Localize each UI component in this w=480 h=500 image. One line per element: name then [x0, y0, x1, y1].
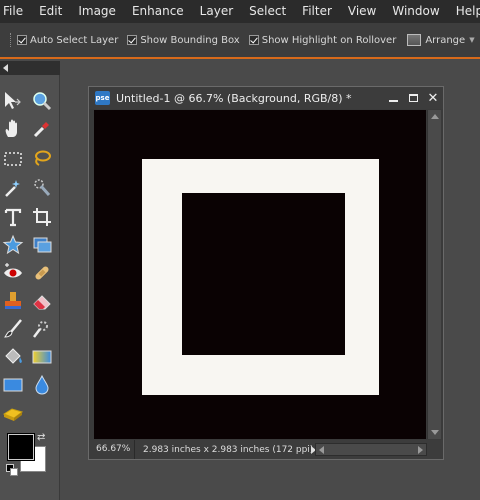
menu-help[interactable]: Help	[448, 0, 480, 23]
menu-window[interactable]: Window	[384, 0, 447, 23]
image-canvas[interactable]	[94, 110, 426, 439]
collapse-arrow-icon[interactable]	[3, 64, 8, 72]
menu-edit[interactable]: Edit	[31, 0, 70, 23]
scroll-left-icon[interactable]	[319, 446, 324, 454]
menu-image[interactable]: Image	[70, 0, 124, 23]
chevron-down-icon: ▼	[469, 36, 475, 44]
white-square	[142, 159, 379, 395]
options-bar-grip[interactable]	[10, 33, 11, 47]
zoom-level[interactable]: 66.67%	[89, 440, 135, 459]
show-highlight-checkbox[interactable]	[248, 35, 259, 45]
eraser-tool-icon[interactable]	[29, 288, 55, 314]
lasso-tool-icon[interactable]	[29, 146, 55, 172]
show-highlight-option[interactable]: Show Highlight on Rollover	[248, 34, 397, 46]
close-button[interactable]: ✕	[423, 87, 443, 109]
auto-select-layer-checkbox[interactable]	[17, 35, 27, 45]
pse-app-icon: pse	[95, 91, 110, 105]
close-icon: ✕	[427, 90, 439, 106]
marquee-tool-icon[interactable]	[0, 146, 26, 172]
menu-select[interactable]: Select	[241, 0, 294, 23]
shape-tool-icon[interactable]	[0, 372, 26, 398]
document-info: 2.983 inches x 2.983 inches (172 ppi)	[143, 444, 314, 455]
cookie-cutter-tool-icon[interactable]	[0, 232, 26, 258]
toolbox-header	[0, 61, 60, 75]
show-bounding-box-option[interactable]: Show Bounding Box	[127, 34, 240, 46]
swap-colors-icon[interactable]: ⇄	[37, 432, 45, 443]
clone-stamp-tool-icon[interactable]	[0, 288, 26, 314]
minimize-button[interactable]	[383, 87, 403, 109]
show-bounding-box-checkbox[interactable]	[127, 35, 138, 45]
paint-bucket-tool-icon[interactable]	[0, 344, 26, 370]
document-title-bar[interactable]: pse Untitled-1 @ 66.7% (Background, RGB/…	[89, 87, 443, 109]
scroll-down-icon[interactable]	[431, 430, 439, 435]
menu-bar: File Edit Image Enhance Layer Select Fil…	[0, 0, 480, 23]
black-inner-square	[182, 193, 345, 355]
default-colors-icon[interactable]	[6, 464, 18, 476]
brush-tool-icon[interactable]	[0, 316, 26, 342]
red-eye-tool-icon[interactable]	[0, 260, 26, 286]
zoom-tool-icon[interactable]	[29, 88, 55, 114]
show-highlight-label: Show Highlight on Rollover	[261, 34, 397, 46]
eyedropper-tool-icon[interactable]	[29, 116, 55, 142]
document-title: Untitled-1 @ 66.7% (Background, RGB/8) *	[116, 91, 352, 105]
document-window: pse Untitled-1 @ 66.7% (Background, RGB/…	[88, 86, 444, 460]
blur-tool-icon[interactable]	[29, 372, 55, 398]
magic-wand-tool-icon[interactable]	[0, 175, 26, 201]
straighten-tool-icon[interactable]	[29, 232, 55, 258]
menu-layer[interactable]: Layer	[192, 0, 241, 23]
arrange-label: Arrange	[425, 34, 466, 46]
arrange-button[interactable]: Arrange ▼	[407, 34, 475, 46]
crop-tool-icon[interactable]	[29, 204, 55, 230]
scroll-up-icon[interactable]	[431, 114, 439, 119]
maximize-button[interactable]	[403, 87, 423, 109]
document-status-bar: 66.67% 2.983 inches x 2.983 inches (172 …	[89, 440, 443, 459]
menu-view[interactable]: View	[340, 0, 384, 23]
vertical-scrollbar[interactable]	[427, 110, 441, 439]
move-tool-icon[interactable]	[0, 88, 26, 114]
menu-file[interactable]: File	[0, 0, 31, 23]
minimize-icon	[388, 100, 398, 102]
hand-tool-icon[interactable]	[0, 116, 26, 142]
type-tool-icon[interactable]	[0, 204, 26, 230]
healing-brush-tool-icon[interactable]	[29, 260, 55, 286]
auto-select-layer-option[interactable]: Auto Select Layer	[17, 35, 118, 46]
sponge-tool-icon[interactable]	[0, 400, 26, 426]
maximize-icon	[408, 94, 418, 102]
menu-filter[interactable]: Filter	[294, 0, 340, 23]
gradient-tool-icon[interactable]	[29, 344, 55, 370]
foreground-color-swatch[interactable]	[8, 434, 34, 460]
menu-enhance[interactable]: Enhance	[124, 0, 192, 23]
quick-selection-tool-icon[interactable]	[29, 175, 55, 201]
options-bar: Auto Select Layer Show Bounding Box Show…	[0, 23, 480, 59]
show-bounding-box-label: Show Bounding Box	[140, 34, 240, 46]
auto-select-layer-label: Auto Select Layer	[30, 34, 119, 46]
smart-brush-tool-icon[interactable]	[29, 316, 55, 342]
horizontal-scrollbar[interactable]	[315, 443, 427, 456]
scroll-right-icon[interactable]	[418, 446, 423, 454]
arrange-icon	[407, 34, 422, 46]
